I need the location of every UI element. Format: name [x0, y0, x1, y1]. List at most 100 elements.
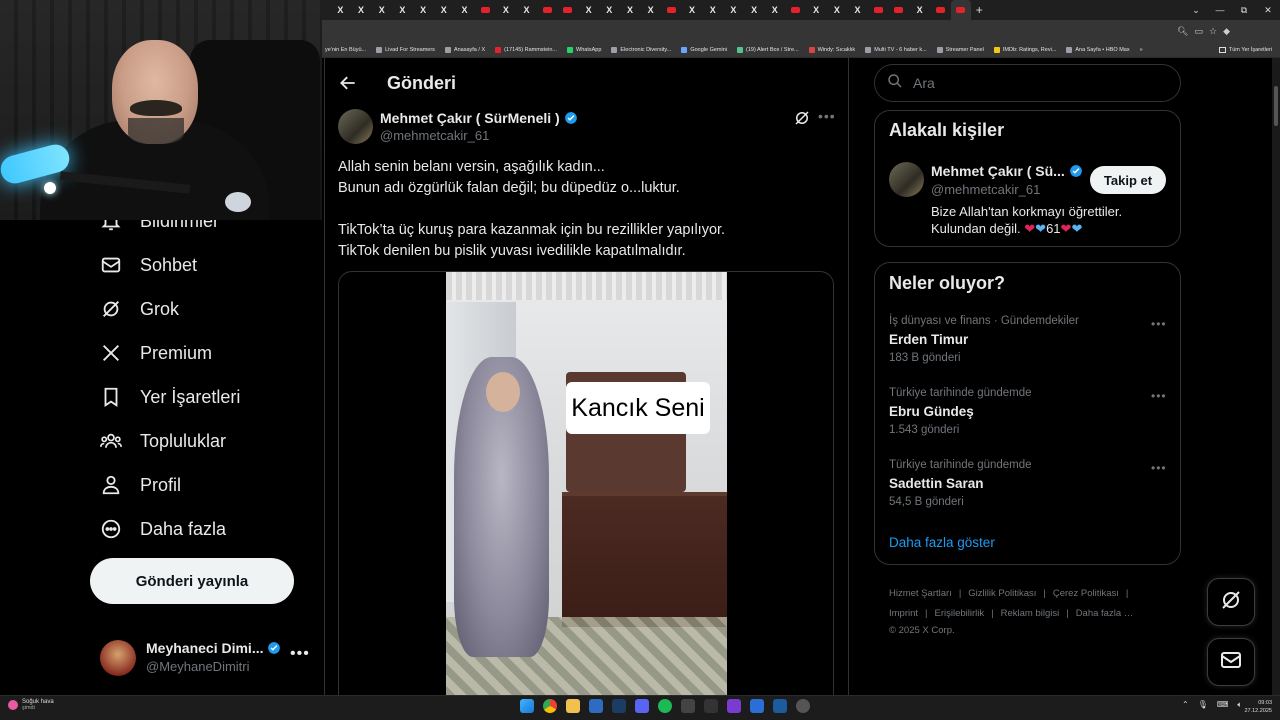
search-box[interactable] [874, 64, 1181, 102]
browser-tab[interactable]: X [433, 0, 454, 20]
tray-chevron-icon[interactable]: ⌃ [1182, 700, 1189, 710]
app-icon[interactable] [681, 699, 695, 713]
browser-tab[interactable]: X [847, 0, 868, 20]
trend-name[interactable]: Ebru Gündeş [889, 404, 974, 419]
grok-floating-button[interactable] [1207, 578, 1255, 626]
footer-link[interactable]: Daha fazla … [1076, 608, 1134, 619]
browser-tab[interactable]: X [827, 0, 848, 20]
bookmark[interactable]: (17145) Rammstein... [495, 47, 557, 53]
clock[interactable]: 09:03 27.12.2025 [1240, 699, 1272, 715]
spotify-icon[interactable] [658, 699, 672, 713]
browser-tab[interactable]: X [640, 0, 661, 20]
browser-tab[interactable]: X [764, 0, 785, 20]
bookmark[interactable]: Electronic Diversity... [611, 47, 671, 53]
windows-start-icon[interactable] [520, 699, 534, 713]
bookmark[interactable]: Streamer Panel [936, 47, 984, 53]
browser-tab-youtube[interactable] [537, 0, 558, 20]
nav-item-bookmarks[interactable]: Yer İşaretleri [100, 377, 240, 417]
tweet-author-avatar[interactable] [338, 109, 373, 144]
back-arrow-icon[interactable] [338, 73, 358, 93]
tweet-video[interactable]: Kancık Seni [446, 272, 727, 695]
tab-search-button[interactable]: ⌄ [1184, 0, 1208, 20]
browser-tab[interactable]: X [454, 0, 475, 20]
bookmarks-overflow-button[interactable]: » [1140, 47, 1143, 53]
new-tab-button[interactable]: + [971, 0, 987, 20]
tweet-more-button[interactable]: ••• [818, 108, 836, 124]
nav-item-grok[interactable]: Grok [100, 289, 179, 329]
browser-tab-youtube[interactable] [558, 0, 579, 20]
browser-tab[interactable]: X [806, 0, 827, 20]
trend-name[interactable]: Sadettin Saran [889, 476, 984, 491]
tweet-author-name[interactable]: Mehmet Çakır ( SürMeneli ) [380, 110, 578, 126]
trend-more-button[interactable]: ••• [1151, 461, 1167, 475]
bookmark[interactable]: Google Gemini [681, 47, 727, 53]
post-button[interactable]: Gönderi yayınla [90, 558, 294, 604]
star-icon[interactable]: ☆ [1209, 26, 1217, 37]
bookmark[interactable]: ye'nin En Büyü... [325, 47, 366, 53]
browser-tab[interactable]: X [599, 0, 620, 20]
chrome-icon[interactable] [543, 699, 557, 713]
weather-widget[interactable]: Soğuk hava şimdi [8, 699, 54, 711]
trend-more-button[interactable]: ••• [1151, 389, 1167, 403]
browser-tab-youtube[interactable] [661, 0, 682, 20]
bookmark[interactable]: Multi TV - 6 haber k... [865, 47, 927, 53]
nav-item-communities[interactable]: Topluluklar [100, 421, 226, 461]
steam-icon[interactable] [612, 699, 626, 713]
account-more-button[interactable]: ••• [290, 645, 310, 663]
browser-tab[interactable]: X [682, 0, 703, 20]
bookmark[interactable]: Ana Sayfa • HBO Max [1066, 47, 1130, 53]
trend-more-button[interactable]: ••• [1151, 317, 1167, 331]
bookmark[interactable]: IMDb: Ratings, Revi... [993, 47, 1056, 53]
app-icon[interactable] [773, 699, 787, 713]
footer-link[interactable]: Reklam bilgisi [1001, 608, 1060, 619]
related-avatar[interactable] [889, 162, 924, 197]
follow-button[interactable]: Takip et [1090, 166, 1166, 194]
file-explorer-icon[interactable] [566, 699, 580, 713]
nav-item-premium[interactable]: Premium [100, 333, 212, 373]
browser-tab-active[interactable] [950, 0, 972, 20]
browser-tab-youtube[interactable] [889, 0, 910, 20]
bookmark[interactable]: (19) Alert Box / Stre... [737, 47, 799, 53]
browser-tab[interactable]: X [392, 0, 413, 20]
network-icon[interactable]: ⌨︎ [1217, 700, 1229, 710]
app-icon[interactable] [589, 699, 603, 713]
restore-button[interactable]: ⧉ [1232, 0, 1256, 20]
show-more-link[interactable]: Daha fazla göster [889, 535, 995, 550]
messages-floating-button[interactable] [1207, 638, 1255, 686]
footer-link[interactable]: Gizlilik Politikası [968, 588, 1036, 599]
browser-tab-youtube[interactable] [930, 0, 951, 20]
nav-item-chat[interactable]: Sohbet [100, 245, 197, 285]
app-icon[interactable] [750, 699, 764, 713]
browser-tab[interactable]: X [413, 0, 434, 20]
browser-tab[interactable]: X [723, 0, 744, 20]
minimize-button[interactable]: — [1208, 0, 1232, 20]
browser-tab[interactable]: X [909, 0, 930, 20]
all-bookmarks[interactable]: Tüm Yer İşaretleri [1218, 42, 1272, 58]
scrollbar[interactable] [1272, 58, 1280, 695]
browser-tab-youtube[interactable] [868, 0, 889, 20]
browser-tab-youtube[interactable] [785, 0, 806, 20]
bookmark[interactable]: Livad For Streamers [376, 47, 435, 53]
account-avatar[interactable] [100, 640, 136, 676]
browser-tab[interactable]: X [371, 0, 392, 20]
close-window-button[interactable]: ✕ [1256, 0, 1280, 20]
scrollbar-thumb[interactable] [1274, 86, 1278, 126]
browser-tab-youtube[interactable] [475, 0, 496, 20]
obs-icon[interactable] [796, 699, 810, 713]
browser-tab[interactable]: X [516, 0, 537, 20]
extensions-icon[interactable]: ◆ [1223, 26, 1230, 37]
browser-tab[interactable]: X [744, 0, 765, 20]
zoom-icon[interactable]: 🔍︎ [1177, 26, 1188, 37]
footer-link[interactable]: Imprint [889, 608, 918, 619]
bookmark[interactable]: Windy: Sıcaklık [808, 47, 855, 53]
bookmark[interactable]: Anasayfa / X [444, 47, 485, 53]
app-icon[interactable] [704, 699, 718, 713]
footer-link[interactable]: Çerez Politikası [1053, 588, 1119, 599]
browser-tab[interactable]: X [496, 0, 517, 20]
search-input[interactable] [913, 75, 1153, 91]
browser-tab[interactable]: X [620, 0, 641, 20]
bookmark[interactable]: WhatsApp [567, 47, 601, 53]
nav-item-more[interactable]: Daha fazla [100, 509, 226, 549]
app-icon[interactable] [727, 699, 741, 713]
account-name[interactable]: Meyhaneci Dimi... [146, 640, 281, 656]
